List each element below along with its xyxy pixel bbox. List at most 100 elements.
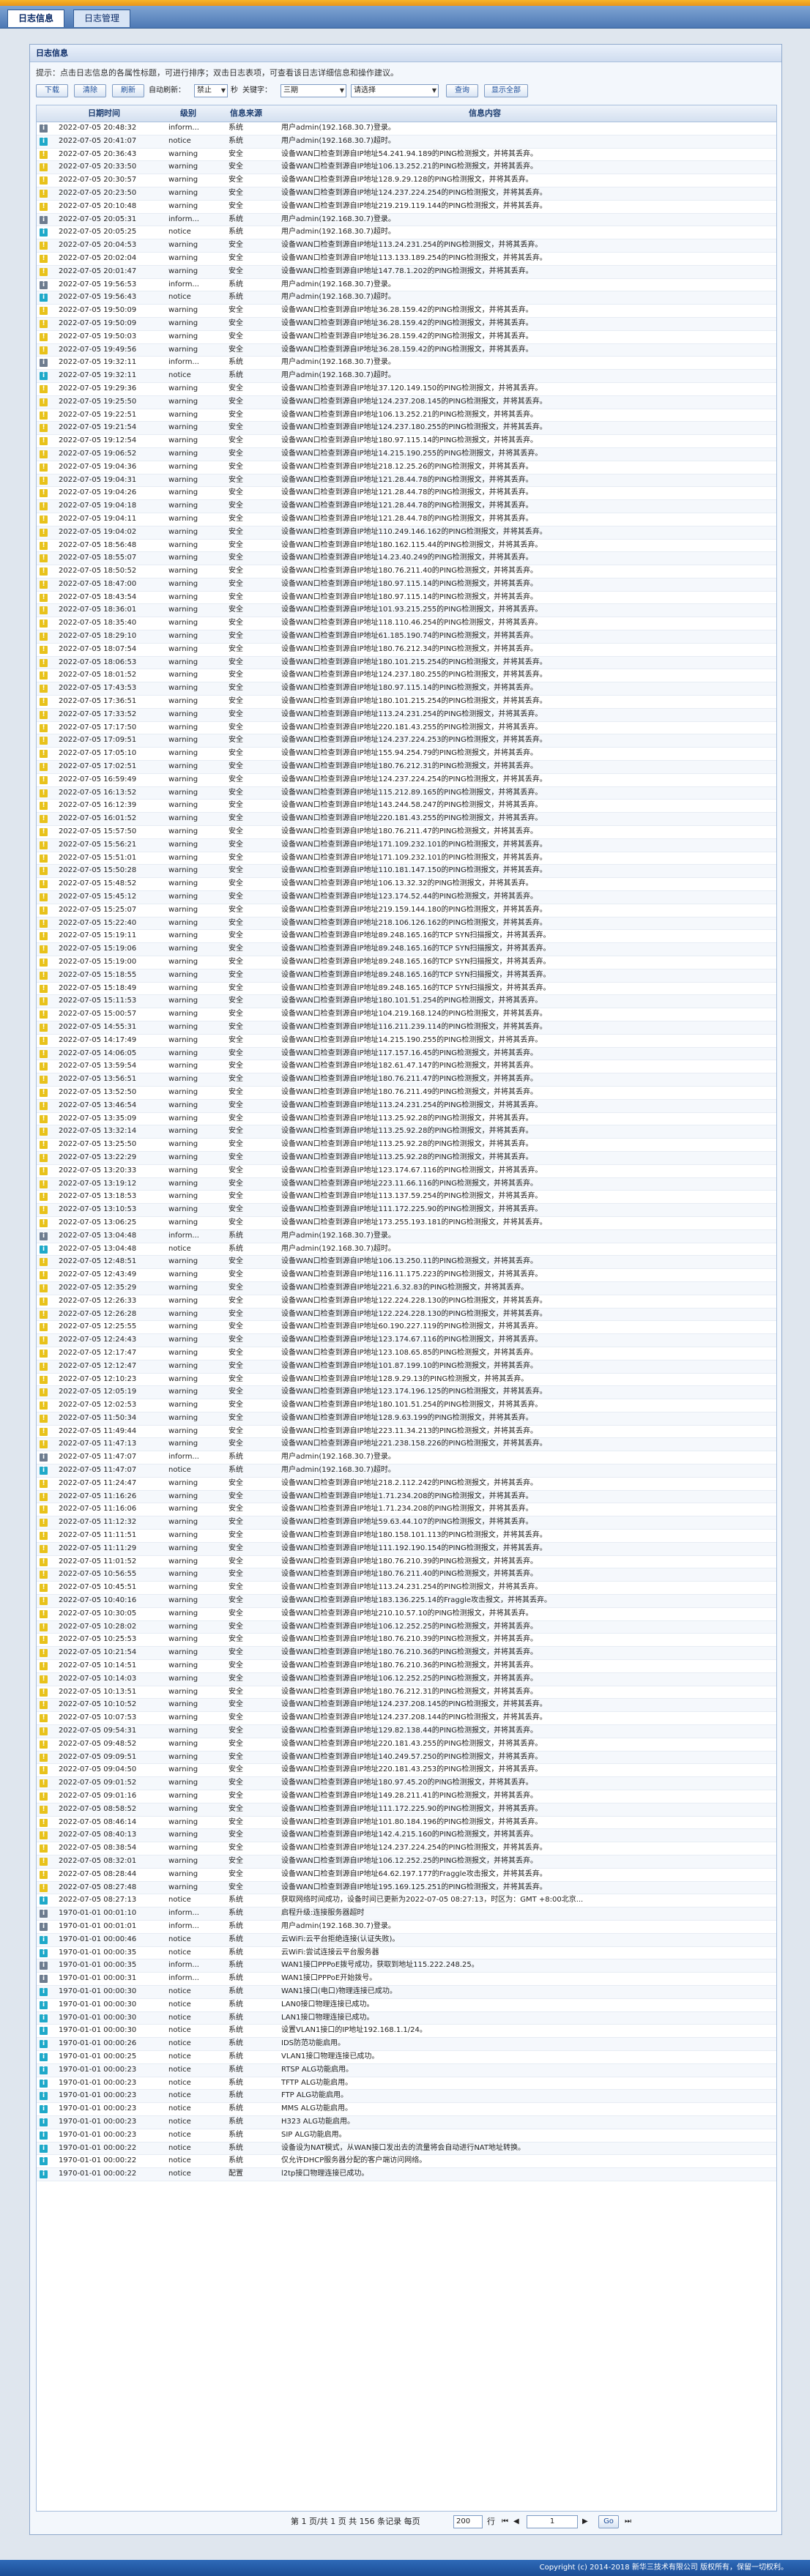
table-row[interactable]: ! 2022-07-05 13:20:33 warning 安全 设备WAN口检查到源自… — [37, 1165, 776, 1178]
table-row[interactable]: i 1970-01-01 00:00:23 notice 系统 SIP ALG功能启用。 — [37, 2129, 776, 2143]
table-row[interactable]: ! 2022-07-05 15:25:07 warning 安全 设备WAN口检查到源自… — [37, 904, 776, 917]
table-row[interactable]: ! 2022-07-05 15:22:40 warning 安全 设备WAN口检查到源自… — [37, 917, 776, 931]
first-page-icon[interactable]: ⏮ — [502, 2515, 508, 2528]
table-row[interactable]: ! 2022-07-05 10:56:55 warning 安全 设备WAN口检查到源自… — [37, 1568, 776, 1582]
table-row[interactable]: ! 2022-07-05 14:17:49 warning 安全 设备WAN口检查到源自… — [37, 1035, 776, 1048]
header-level[interactable]: 级别 — [180, 105, 196, 122]
download-button[interactable]: 下载 — [36, 84, 68, 97]
refresh-button[interactable]: 刷新 — [112, 84, 144, 97]
table-row[interactable]: ! 2022-07-05 10:45:51 warning 安全 设备WAN口检查到源自… — [37, 1582, 776, 1596]
table-row[interactable]: ! 2022-07-05 11:16:26 warning 安全 设备WAN口检查到源自… — [37, 1490, 776, 1504]
table-row[interactable]: ! 2022-07-05 18:29:10 warning 安全 设备WAN口检查到源自… — [37, 630, 776, 644]
table-row[interactable]: i 2022-07-05 19:32:11 notice 系统 用户admin(192.… — [37, 370, 776, 383]
table-row[interactable]: ! 2022-07-05 15:48:52 warning 安全 设备WAN口检查到源自… — [37, 878, 776, 892]
go-button[interactable]: Go — [598, 2515, 619, 2528]
table-row[interactable]: ! 2022-07-05 11:12:32 warning 安全 设备WAN口检查到源自… — [37, 1516, 776, 1530]
table-row[interactable]: ! 2022-07-05 12:26:28 warning 安全 设备WAN口检查到源自… — [37, 1308, 776, 1322]
table-row[interactable]: ! 2022-07-05 12:25:55 warning 安全 设备WAN口检查到源自… — [37, 1321, 776, 1335]
table-row[interactable]: ! 2022-07-05 15:57:50 warning 安全 设备WAN口检查到源自… — [37, 826, 776, 839]
table-row[interactable]: ! 2022-07-05 17:43:53 warning 安全 设备WAN口检查到源自… — [37, 682, 776, 696]
table-row[interactable]: ! 2022-07-05 10:40:16 warning 安全 设备WAN口检查到源自… — [37, 1595, 776, 1608]
table-row[interactable]: ! 2022-07-05 16:01:52 warning 安全 设备WAN口检查到源自… — [37, 813, 776, 827]
table-row[interactable]: ! 2022-07-05 12:17:47 warning 安全 设备WAN口检查到源自… — [37, 1347, 776, 1360]
table-row[interactable]: i 2022-07-05 20:41:07 notice 系统 用户admin(192.… — [37, 135, 776, 149]
table-row[interactable]: i 1970-01-01 00:00:35 inform... 系统 WAN1接口PPP… — [37, 1959, 776, 1973]
table-row[interactable]: i 1970-01-01 00:00:23 notice 系统 MMS ALG功能启用。 — [37, 2103, 776, 2116]
table-row[interactable]: i 2022-07-05 08:27:13 notice 系统 获取网络时间成功，设备时… — [37, 1894, 776, 1908]
table-row[interactable]: ! 2022-07-05 19:22:51 warning 安全 设备WAN口检查到源自… — [37, 409, 776, 422]
table-row[interactable]: ! 2022-07-05 13:18:53 warning 安全 设备WAN口检查到源自… — [37, 1191, 776, 1205]
table-row[interactable]: ! 2022-07-05 19:04:31 warning 安全 设备WAN口检查到源自… — [37, 474, 776, 488]
table-row[interactable]: ! 2022-07-05 20:33:50 warning 安全 设备WAN口检查到源自… — [37, 161, 776, 175]
table-row[interactable]: ! 2022-07-05 14:55:31 warning 安全 设备WAN口检查到源自… — [37, 1021, 776, 1035]
table-row[interactable]: ! 2022-07-05 16:59:49 warning 安全 设备WAN口检查到源自… — [37, 774, 776, 787]
table-row[interactable]: ! 2022-07-05 18:50:52 warning 安全 设备WAN口检查到源自… — [37, 565, 776, 578]
table-row[interactable]: ! 2022-07-05 12:48:51 warning 安全 设备WAN口检查到源自… — [37, 1256, 776, 1270]
table-row[interactable]: ! 2022-07-05 17:17:50 warning 安全 设备WAN口检查到源自… — [37, 722, 776, 735]
table-row[interactable]: i 1970-01-01 00:00:30 notice 系统 LAN0接口物理连接已成… — [37, 1999, 776, 2012]
table-row[interactable]: ! 2022-07-05 09:54:31 warning 安全 设备WAN口检查到源自… — [37, 1725, 776, 1738]
table-row[interactable]: ! 2022-07-05 19:06:52 warning 安全 设备WAN口检查到源自… — [37, 447, 776, 461]
table-row[interactable]: ! 2022-07-05 19:29:36 warning 安全 设备WAN口检查到源自… — [37, 383, 776, 396]
table-row[interactable]: ! 2022-07-05 18:36:01 warning 安全 设备WAN口检查到源自… — [37, 604, 776, 618]
table-row[interactable]: i 2022-07-05 13:04:48 notice 系统 用户admin(192.… — [37, 1243, 776, 1257]
table-row[interactable]: ! 2022-07-05 20:01:47 warning 安全 设备WAN口检查到源自… — [37, 265, 776, 279]
table-row[interactable]: i 2022-07-05 20:05:31 inform... 系统 用户admin(1… — [37, 213, 776, 227]
table-row[interactable]: ! 2022-07-05 20:30:57 warning 安全 设备WAN口检查到源自… — [37, 174, 776, 187]
table-row[interactable]: i 1970-01-01 00:00:23 notice 系统 TFTP ALG功能启用… — [37, 2077, 776, 2091]
table-row[interactable]: ! 2022-07-05 17:05:10 warning 安全 设备WAN口检查到源自… — [37, 748, 776, 762]
table-row[interactable]: ! 2022-07-05 19:12:54 warning 安全 设备WAN口检查到源自… — [37, 435, 776, 448]
table-row[interactable]: ! 2022-07-05 11:50:34 warning 安全 设备WAN口检查到源自… — [37, 1412, 776, 1426]
page-input[interactable]: 1 — [527, 2515, 578, 2528]
table-row[interactable]: ! 2022-07-05 15:00:57 warning 安全 设备WAN口检查到源自… — [37, 1008, 776, 1021]
table-row[interactable]: i 2022-07-05 19:56:43 notice 系统 用户admin(192.… — [37, 291, 776, 305]
table-row[interactable]: i 1970-01-01 00:00:30 notice 系统 LAN1接口物理连接已成… — [37, 2011, 776, 2025]
table-row[interactable]: ! 2022-07-05 08:58:52 warning 安全 设备WAN口检查到源自… — [37, 1803, 776, 1817]
table-row[interactable]: ! 2022-07-05 13:25:50 warning 安全 设备WAN口检查到源自… — [37, 1139, 776, 1152]
table-row[interactable]: ! 2022-07-05 09:48:52 warning 安全 设备WAN口检查到源自… — [37, 1738, 776, 1752]
table-row[interactable]: ! 2022-07-05 11:01:52 warning 安全 设备WAN口检查到源自… — [37, 1556, 776, 1569]
table-row[interactable]: i 2022-07-05 13:04:48 inform... 系统 用户admin(1… — [37, 1229, 776, 1243]
table-row[interactable]: ! 2022-07-05 12:26:33 warning 安全 设备WAN口检查到源自… — [37, 1295, 776, 1309]
table-row[interactable]: i 1970-01-01 00:00:30 notice 系统 WAN1接口(电口)物理… — [37, 1985, 776, 1999]
table-row[interactable]: ! 2022-07-05 20:36:43 warning 安全 设备WAN口检查到源自… — [37, 149, 776, 162]
table-row[interactable]: ! 2022-07-05 19:04:18 warning 安全 设备WAN口检查到源自… — [37, 500, 776, 513]
table-row[interactable]: i 1970-01-01 00:00:35 notice 系统 云WiFi:尝试连接云平… — [37, 1947, 776, 1960]
table-row[interactable]: ! 2022-07-05 15:19:00 warning 安全 设备WAN口检查到源自… — [37, 956, 776, 969]
table-row[interactable]: ! 2022-07-05 08:46:14 warning 安全 设备WAN口检查到源自… — [37, 1817, 776, 1830]
table-row[interactable]: ! 2022-07-05 20:02:04 warning 安全 设备WAN口检查到源自… — [37, 253, 776, 266]
table-row[interactable]: i 1970-01-01 00:00:25 notice 系统 VLAN1接口物理连接已… — [37, 2051, 776, 2064]
table-row[interactable]: ! 2022-07-05 10:30:05 warning 安全 设备WAN口检查到源自… — [37, 1608, 776, 1621]
table-row[interactable]: ! 2022-07-05 11:47:13 warning 安全 设备WAN口检查到源自… — [37, 1438, 776, 1452]
table-row[interactable]: ! 2022-07-05 16:13:52 warning 安全 设备WAN口检查到源自… — [37, 786, 776, 800]
header-message[interactable]: 信息内容 — [469, 105, 501, 122]
table-row[interactable]: ! 2022-07-05 20:10:48 warning 安全 设备WAN口检查到源自… — [37, 201, 776, 214]
table-row[interactable]: ! 2022-07-05 10:14:03 warning 安全 设备WAN口检查到源自… — [37, 1672, 776, 1686]
table-row[interactable]: ! 2022-07-05 12:05:19 warning 安全 设备WAN口检查到源自… — [37, 1386, 776, 1400]
query-button[interactable]: 查询 — [446, 84, 478, 97]
table-row[interactable]: ! 2022-07-05 11:16:06 warning 安全 设备WAN口检查到源自… — [37, 1503, 776, 1517]
table-row[interactable]: ! 2022-07-05 10:25:53 warning 安全 设备WAN口检查到源自… — [37, 1634, 776, 1648]
table-row[interactable]: ! 2022-07-05 20:04:53 warning 安全 设备WAN口检查到源自… — [37, 239, 776, 253]
table-row[interactable]: ! 2022-07-05 19:04:02 warning 安全 设备WAN口检查到源自… — [37, 526, 776, 540]
table-row[interactable]: i 1970-01-01 00:01:01 inform... 系统 用户admin(1… — [37, 1921, 776, 1934]
table-row[interactable]: ! 2022-07-05 17:09:51 warning 安全 设备WAN口检查到源自… — [37, 734, 776, 748]
per-page-input[interactable]: 200 — [453, 2515, 483, 2528]
table-row[interactable]: ! 2022-07-05 17:33:52 warning 安全 设备WAN口检查到源自… — [37, 708, 776, 722]
next-page-icon[interactable]: ▶ — [582, 2515, 588, 2528]
table-row[interactable]: ! 2022-07-05 09:04:50 warning 安全 设备WAN口检查到源自… — [37, 1764, 776, 1778]
table-row[interactable]: ! 2022-07-05 13:22:29 warning 安全 设备WAN口检查到源自… — [37, 1151, 776, 1165]
table-row[interactable]: ! 2022-07-05 15:18:49 warning 安全 设备WAN口检查到源自… — [37, 983, 776, 996]
table-row[interactable]: ! 2022-07-05 08:40:13 warning 安全 设备WAN口检查到源自… — [37, 1829, 776, 1843]
table-row[interactable]: i 1970-01-01 00:00:23 notice 系统 FTP ALG功能启用。 — [37, 2090, 776, 2104]
table-row[interactable]: ! 2022-07-05 10:10:52 warning 安全 设备WAN口检查到源自… — [37, 1699, 776, 1713]
table-row[interactable]: ! 2022-07-05 15:19:11 warning 安全 设备WAN口检查到源自… — [37, 930, 776, 944]
table-row[interactable]: ! 2022-07-05 13:10:53 warning 安全 设备WAN口检查到源自… — [37, 1204, 776, 1217]
header-source[interactable]: 信息来源 — [230, 105, 262, 122]
table-row[interactable]: i 2022-07-05 19:56:53 inform... 系统 用户admin(1… — [37, 279, 776, 292]
table-row[interactable]: ! 2022-07-05 08:32:01 warning 安全 设备WAN口检查到源自… — [37, 1855, 776, 1869]
table-row[interactable]: i 1970-01-01 00:00:46 notice 系统 云WiFi:云平台拒绝连… — [37, 1933, 776, 1947]
table-row[interactable]: ! 2022-07-05 18:07:54 warning 安全 设备WAN口检查到源自… — [37, 644, 776, 657]
table-row[interactable]: i 2022-07-05 20:48:32 inform... 系统 用户admin(1… — [37, 122, 776, 135]
table-row[interactable]: ! 2022-07-05 15:19:06 warning 安全 设备WAN口检查到源自… — [37, 943, 776, 956]
